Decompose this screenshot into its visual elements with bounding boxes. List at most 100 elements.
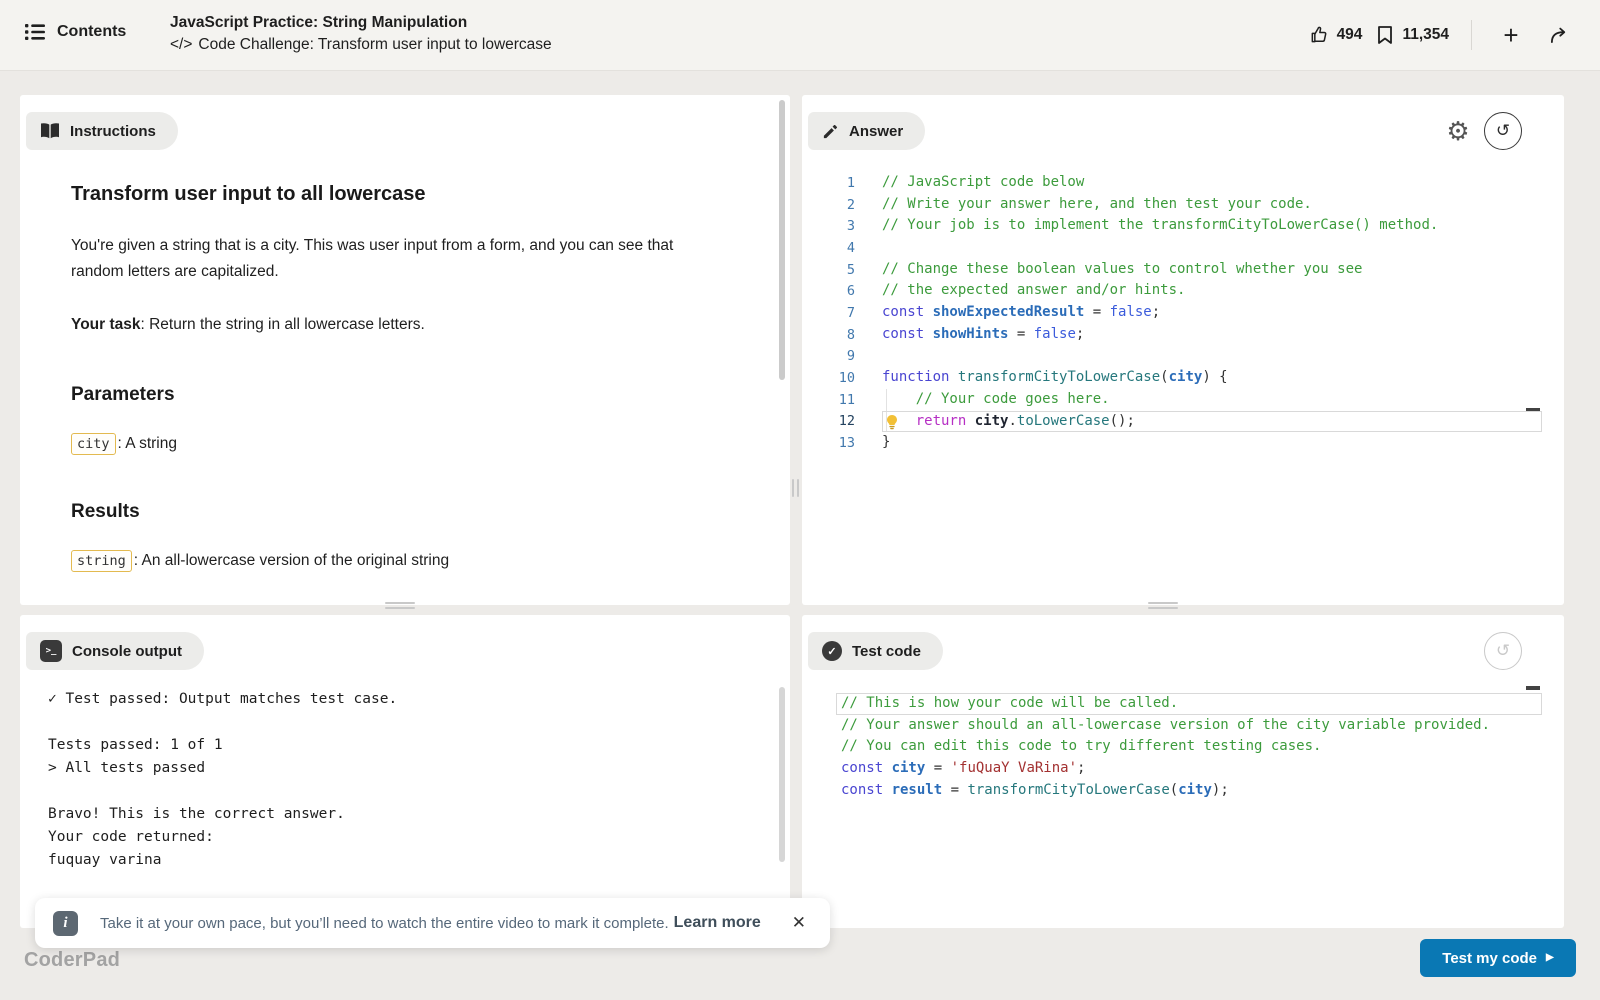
test-my-code-button[interactable]: Test my code ▶ [1420,939,1576,977]
pace-banner: i Take it at your own pace, but you’ll n… [35,898,830,948]
console-scrollbar[interactable] [779,687,785,862]
code-line[interactable]: 2// Write your answer here, and then tes… [802,194,1542,216]
console-line: Your code returned: [48,826,760,849]
code-text: const showHints = false; [855,324,1084,346]
bookmark-button[interactable]: 11,354 [1376,25,1449,45]
course-title: JavaScript Practice: String Manipulation [170,12,552,34]
code-line[interactable]: 12 return city.toLowerCase(); [802,411,1542,433]
parameter-line: city : A string [71,433,731,455]
test-reset-button[interactable]: ↺ [1484,632,1522,670]
left-row-resize-handle[interactable] [385,602,415,609]
code-line[interactable]: 9 [802,346,1542,368]
bookmark-icon [1376,25,1394,45]
share-arrow-icon [1548,25,1571,45]
code-text: // This is how your code will be called. [802,693,1178,715]
code-line[interactable]: // You can edit this code to try differe… [802,736,1542,758]
code-line[interactable]: 1// JavaScript code below [802,172,1542,194]
code-line[interactable]: 10function transformCityToLowerCase(city… [802,367,1542,389]
code-text: function transformCityToLowerCase(city) … [855,367,1228,389]
plus-icon: + [1503,22,1518,48]
parameters-heading: Parameters [71,384,731,406]
tab-test-code[interactable]: ✓ Test code [808,632,943,670]
code-text: } [855,432,890,454]
editor-settings-button[interactable]: ⚙ [1438,111,1478,151]
tab-label: Instructions [70,123,156,140]
line-number: 3 [802,218,855,234]
tab-label: Answer [849,123,903,140]
instructions-scrollbar[interactable] [779,100,785,380]
test-editor[interactable]: // This is how your code will be called.… [802,693,1542,920]
lesson-subtitle: </>Code Challenge: Transform user input … [170,34,552,56]
tab-label: Console output [72,643,182,660]
code-line[interactable]: 13} [802,432,1542,454]
bookmark-count: 11,354 [1402,26,1449,44]
challenge-heading: Transform user input to all lowercase [71,183,731,206]
challenge-description: You're given a string that is a city. Th… [71,233,701,285]
contents-button[interactable]: Contents [24,21,126,43]
tab-answer[interactable]: Answer [808,112,925,150]
code-glyph: </> [170,36,192,53]
like-button[interactable]: 494 [1309,25,1363,45]
line-number: 8 [802,327,855,343]
top-header: Contents JavaScript Practice: String Man… [0,0,1600,71]
play-icon: ▶ [1546,953,1554,963]
reset-icon: ↺ [1496,121,1510,141]
code-line[interactable]: 3// Your job is to implement the transfo… [802,215,1542,237]
contents-list-icon [24,21,46,43]
code-line[interactable]: // Your answer should an all-lowercase v… [802,715,1542,737]
code-text: // JavaScript code below [855,172,1084,194]
code-line[interactable]: 7const showExpectedResult = false; [802,302,1542,324]
code-line[interactable]: 11 // Your code goes here. [802,389,1542,411]
param-code-chip: city [71,433,116,455]
line-number: 4 [802,240,855,256]
answer-panel: Answer ⚙ ↺ 1// JavaScript code below2// … [802,95,1564,605]
code-text: // You can edit this code to try differe… [802,736,1321,758]
code-text: // Your answer should an all-lowercase v… [802,715,1490,737]
add-button[interactable]: + [1494,18,1528,52]
code-text: // Your job is to implement the transfor… [855,215,1438,237]
code-line[interactable]: 6// the expected answer and/or hints. [802,280,1542,302]
code-line[interactable]: 8const showHints = false; [802,324,1542,346]
course-title-block: JavaScript Practice: String Manipulation… [170,12,552,56]
line-number: 13 [802,435,855,451]
code-line[interactable]: const result = transformCityToLowerCase(… [802,780,1542,802]
test-code-panel: ✓ Test code ↺ // This is how your code w… [802,615,1564,928]
line-number: 1 [802,175,855,191]
answer-editor[interactable]: 1// JavaScript code below2// Write your … [802,172,1542,597]
line-number: 12 [802,413,855,429]
code-text: const showExpectedResult = false; [855,302,1160,324]
code-line[interactable]: 4 [802,237,1542,259]
column-resize-handle[interactable] [792,479,799,497]
console-line: > All tests passed [48,757,760,780]
tab-label: Test code [852,643,921,660]
line-number: 5 [802,262,855,278]
right-row-resize-handle[interactable] [1148,602,1178,609]
console-line: ✓ Test passed: Output matches test case. [48,688,760,711]
hint-lightbulb-icon[interactable] [886,415,898,430]
console-line: Bravo! This is the correct answer. [48,803,760,826]
code-line[interactable]: const city = 'fuQuaY VaRina'; [802,758,1542,780]
contents-label: Contents [57,23,126,41]
code-line[interactable]: // This is how your code will be called. [802,693,1542,715]
results-heading: Results [71,501,731,523]
header-divider [1471,20,1472,50]
code-line[interactable]: 5// Change these boolean values to contr… [802,259,1542,281]
instructions-panel: Instructions Transform user input to all… [20,95,790,605]
thumbs-up-icon [1309,25,1329,45]
coderpad-logo: CoderPad [24,949,120,972]
answer-reset-button[interactable]: ↺ [1484,112,1522,150]
banner-close-icon[interactable]: ✕ [786,909,812,937]
tab-console[interactable]: >_ Console output [26,632,204,670]
learn-more-link[interactable]: Learn more [674,914,761,932]
line-number: 9 [802,348,855,364]
reset-icon: ↺ [1496,641,1510,661]
console-line [48,711,760,734]
line-number: 6 [802,283,855,299]
task-line: Your task: Return the string in all lowe… [71,312,731,338]
info-icon: i [53,911,78,936]
line-number: 7 [802,305,855,321]
scroll-annotation-tick [1526,686,1540,690]
code-text: // the expected answer and/or hints. [855,280,1185,302]
tab-instructions[interactable]: Instructions [26,112,178,150]
share-button[interactable] [1542,18,1576,52]
